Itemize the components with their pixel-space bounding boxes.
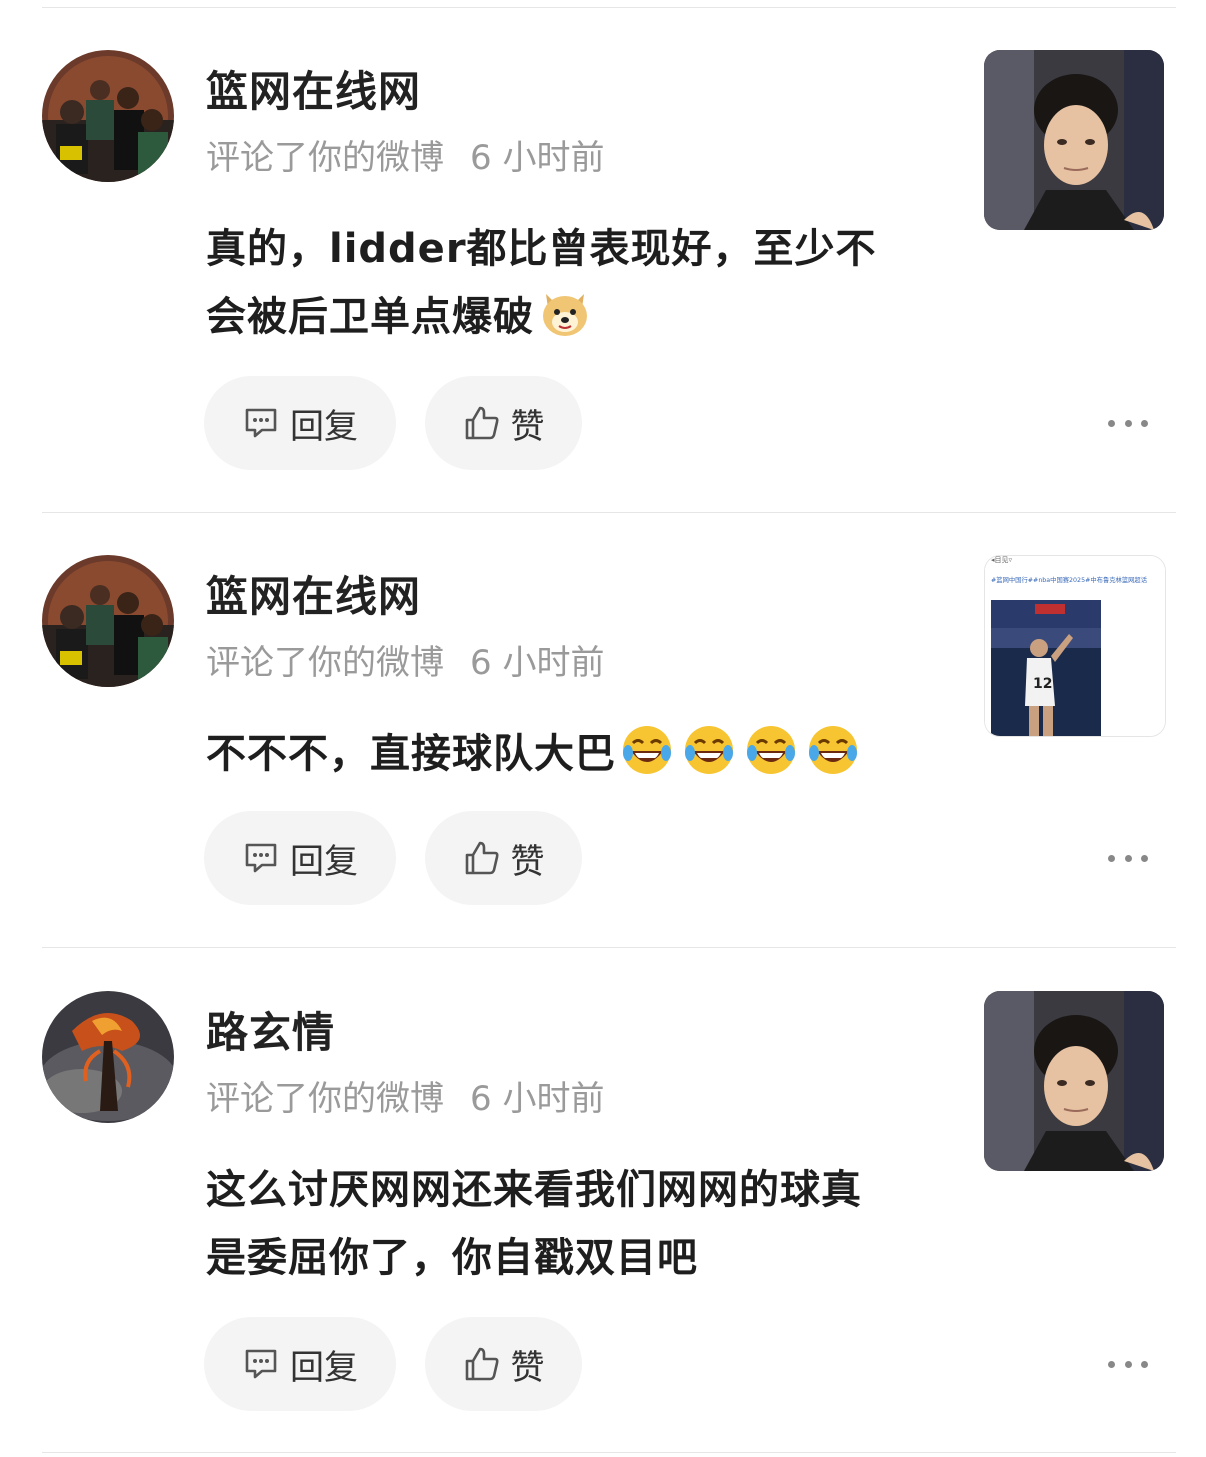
thumb-jersey-number: 12: [1033, 676, 1052, 692]
more-dots-icon: [1108, 419, 1115, 427]
more-options-button[interactable]: [1108, 848, 1148, 868]
comment-item: 篮网在线网 评论了你的微博 6 小时前 不不不，直接球队大巴 ◂目见▿ #篮网中…: [0, 555, 1206, 925]
comment-bubble-icon: [245, 843, 277, 873]
comment-divider: [42, 947, 1176, 948]
comment-item: 篮网在线网 评论了你的微博 6 小时前 真的，lidder都比曾表现好，至少不 会…: [0, 50, 1206, 490]
reply-button[interactable]: 回复: [204, 1317, 396, 1411]
timestamp: 6 小时前: [470, 643, 605, 683]
action-text: 评论了你的微博: [206, 138, 444, 178]
comment-text-line: 不不不，直接球队大巴: [206, 731, 616, 777]
comment-bubble-icon: [245, 1349, 277, 1379]
laughing-tears-emoji-icon: [685, 726, 733, 774]
action-text: 评论了你的微博: [206, 643, 444, 683]
comment-item: 路玄情 评论了你的微博 6 小时前 这么讨厌网网还来看我们网网的球真 是委屈你了，…: [0, 991, 1206, 1431]
like-label: 赞: [510, 841, 545, 882]
comment-text-line: 真的，lidder都比曾表现好，至少不: [206, 226, 877, 272]
thumbs-up-icon: [465, 406, 499, 440]
comment-text-line: 会被后卫单点爆破: [206, 294, 534, 340]
thumb-caption: #篮网中国行##nba中国赛2025#中布鲁克林篮网超话: [991, 575, 1148, 584]
username[interactable]: 篮网在线网: [206, 58, 421, 119]
laughing-tears-emoji-icon: [623, 726, 671, 774]
action-text: 评论了你的微博: [206, 1079, 444, 1119]
reply-label: 回复: [290, 406, 358, 447]
thumb-header: ◂目见▿: [991, 556, 1013, 564]
comment-text: 这么讨厌网网还来看我们网网的球真 是委屈你了，你自戳双目吧: [206, 1156, 926, 1292]
comment-divider: [42, 1452, 1176, 1453]
reply-button[interactable]: 回复: [204, 811, 396, 905]
post-thumbnail[interactable]: ◂目见▿ #篮网中国行##nba中国赛2025#中布鲁克林篮网超话 12: [984, 555, 1166, 737]
thumbs-up-icon: [465, 841, 499, 875]
like-label: 赞: [510, 1347, 545, 1388]
more-dots-icon: [1108, 1360, 1115, 1368]
more-dots-icon: [1108, 854, 1115, 862]
like-label: 赞: [510, 406, 545, 447]
post-thumbnail[interactable]: [984, 50, 1164, 230]
user-avatar[interactable]: [42, 991, 174, 1123]
comment-text-line: 这么讨厌网网还来看我们网网的球真: [206, 1167, 862, 1213]
username[interactable]: 篮网在线网: [206, 563, 421, 624]
thumbs-up-icon: [465, 1347, 499, 1381]
reply-label: 回复: [290, 1347, 358, 1388]
like-button[interactable]: 赞: [425, 376, 582, 470]
more-options-button[interactable]: [1108, 413, 1148, 433]
post-thumbnail[interactable]: [984, 991, 1164, 1171]
laughing-tears-emoji-icon: [809, 726, 857, 774]
laughing-tears-emoji-icon: [747, 726, 795, 774]
comment-text-line: 是委屈你了，你自戳双目吧: [206, 1235, 698, 1281]
comment-meta: 评论了你的微博 6 小时前: [206, 130, 604, 179]
like-button[interactable]: 赞: [425, 811, 582, 905]
reply-label: 回复: [290, 841, 358, 882]
comment-text: 不不不，直接球队大巴: [206, 720, 926, 788]
user-avatar[interactable]: [42, 50, 174, 182]
doge-emoji-icon: [543, 294, 587, 336]
timestamp: 6 小时前: [470, 1079, 605, 1119]
more-options-button[interactable]: [1108, 1354, 1148, 1374]
comment-meta: 评论了你的微博 6 小时前: [206, 1071, 604, 1120]
top-divider: [42, 7, 1176, 8]
like-button[interactable]: 赞: [425, 1317, 582, 1411]
user-avatar[interactable]: [42, 555, 174, 687]
comment-text-line-with-emoji: 不不不，直接球队大巴: [206, 720, 926, 788]
reply-button[interactable]: 回复: [204, 376, 396, 470]
comment-text: 真的，lidder都比曾表现好，至少不 会被后卫单点爆破: [206, 215, 926, 351]
username[interactable]: 路玄情: [206, 999, 335, 1060]
comment-text-line-with-emoji: 会被后卫单点爆破: [206, 283, 926, 351]
timestamp: 6 小时前: [470, 138, 605, 178]
comment-bubble-icon: [245, 408, 277, 438]
comment-divider: [42, 512, 1176, 513]
comment-meta: 评论了你的微博 6 小时前: [206, 635, 604, 684]
